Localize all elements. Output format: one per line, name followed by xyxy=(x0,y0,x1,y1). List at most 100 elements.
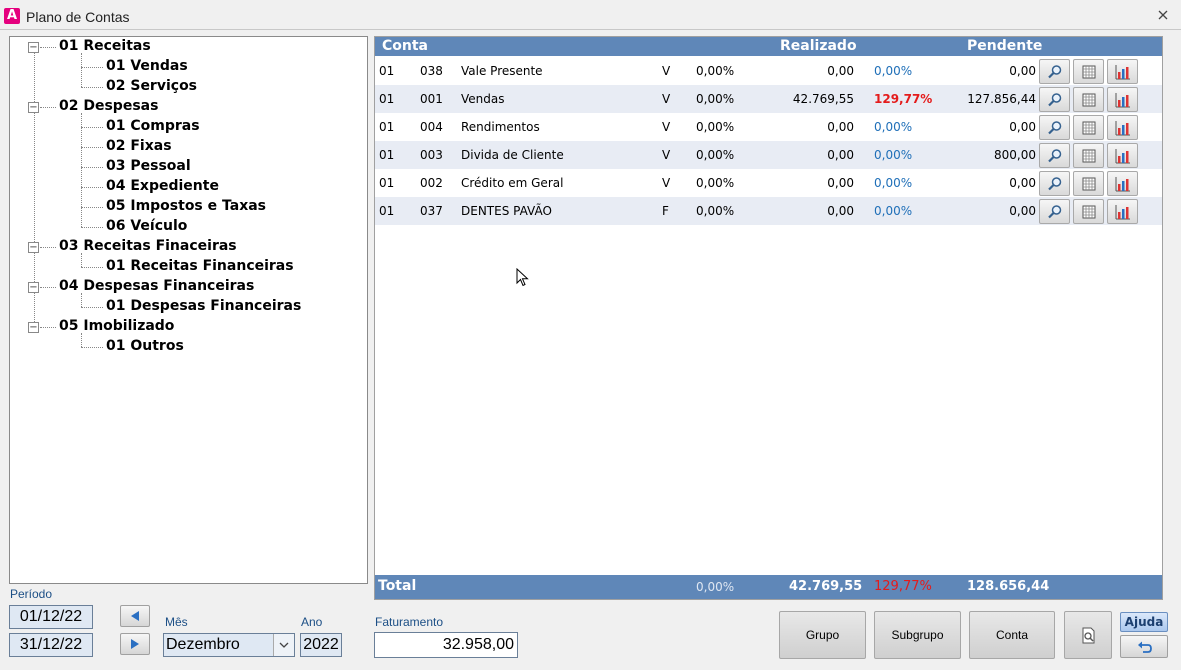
table-row[interactable]: 01 001 Vendas V 0,00% 42.769,55 129,77% 127.856… xyxy=(375,85,1162,113)
app-logo-icon: A xyxy=(4,8,20,24)
mouse-cursor-icon xyxy=(516,268,529,287)
tree-subgroup-node[interactable]: 01 Receitas Financeiras xyxy=(106,258,294,274)
tree-subgroup-node[interactable]: 01 Compras xyxy=(106,118,200,134)
tree-collapse-icon[interactable]: − xyxy=(28,42,39,53)
tree-collapse-icon[interactable]: − xyxy=(28,242,39,253)
calculator-button[interactable] xyxy=(1073,87,1104,112)
tree-subgroup-node[interactable]: 02 Fixas xyxy=(106,138,172,154)
cell-realizado: 0,00 xyxy=(827,120,854,134)
back-button[interactable] xyxy=(1120,635,1168,658)
faturamento-label: Faturamento xyxy=(375,615,444,629)
cell-pendente: 800,00 xyxy=(994,148,1036,162)
tree-group-node[interactable]: 03 Receitas Finaceiras xyxy=(59,238,237,254)
tree-collapse-icon[interactable]: − xyxy=(28,322,39,333)
next-month-button[interactable] xyxy=(120,633,150,655)
cell-realizado: 0,00 xyxy=(827,148,854,162)
search-button[interactable] xyxy=(1039,59,1070,84)
help-button[interactable]: Ajuda xyxy=(1120,612,1168,632)
cell-codigo: 001 xyxy=(420,92,443,106)
cell-grupo: 01 xyxy=(379,64,395,78)
cell-pct1: 0,00% xyxy=(696,120,735,134)
footer-pct2: 129,77% xyxy=(874,579,932,594)
search-button[interactable] xyxy=(1039,87,1070,112)
search-button[interactable] xyxy=(1039,199,1070,224)
print-preview-button[interactable] xyxy=(1064,611,1112,659)
chart-button[interactable] xyxy=(1107,171,1138,196)
month-select[interactable]: Dezembro xyxy=(163,633,295,657)
tree-subgroup-node[interactable]: 01 Despesas Financeiras xyxy=(106,298,301,314)
chart-button[interactable] xyxy=(1107,199,1138,224)
tree-collapse-icon[interactable]: − xyxy=(28,102,39,113)
header-pendente[interactable]: Pendente xyxy=(967,38,1042,54)
tree-subgroup-node[interactable]: 04 Expediente xyxy=(106,178,219,194)
print-preview-icon xyxy=(1082,627,1095,644)
conta-button[interactable]: Conta xyxy=(969,611,1055,659)
cell-pct1: 0,00% xyxy=(696,64,735,78)
header-conta[interactable]: Conta xyxy=(382,38,428,54)
cell-pct1: 0,00% xyxy=(696,92,735,106)
calculator-button[interactable] xyxy=(1073,143,1104,168)
tree-subgroup-node[interactable]: 01 Vendas xyxy=(106,58,188,74)
calculator-button[interactable] xyxy=(1073,199,1104,224)
tree-subgroup-node[interactable]: 02 Serviços xyxy=(106,78,197,94)
calculator-button[interactable] xyxy=(1073,171,1104,196)
year-field[interactable]: 2022 xyxy=(300,633,342,657)
table-row[interactable]: 01 038 Vale Presente V 0,00% 0,00 0,00% 0,00 xyxy=(375,57,1162,85)
cell-pct2: 129,77% xyxy=(874,92,933,106)
title-bar: A Plano de Contas xyxy=(0,0,1181,30)
header-realizado[interactable]: Realizado xyxy=(780,38,857,54)
tree-group-node[interactable]: 02 Despesas xyxy=(59,98,158,114)
chart-button[interactable] xyxy=(1107,87,1138,112)
tree-group-node[interactable]: 04 Despesas Financeiras xyxy=(59,278,254,294)
cell-pct1: 0,00% xyxy=(696,148,735,162)
chart-button[interactable] xyxy=(1107,59,1138,84)
cell-realizado: 0,00 xyxy=(827,204,854,218)
cell-pct2: 0,00% xyxy=(874,120,913,134)
cell-grupo: 01 xyxy=(379,148,395,162)
subgrupo-button[interactable]: Subgrupo xyxy=(874,611,961,659)
tree-subgroup-node[interactable]: 03 Pessoal xyxy=(106,158,191,174)
calculator-icon xyxy=(1082,121,1096,135)
faturamento-field[interactable]: 32.958,00 xyxy=(374,632,518,658)
close-icon[interactable] xyxy=(1157,9,1169,24)
chevron-down-icon[interactable] xyxy=(273,634,294,656)
cell-pct1: 0,00% xyxy=(696,176,735,190)
tree-subgroup-node[interactable]: 06 Veículo xyxy=(106,218,187,234)
cell-pendente: 0,00 xyxy=(1009,176,1036,190)
tree-collapse-icon[interactable]: − xyxy=(28,282,39,293)
table-row[interactable]: 01 037 DENTES PAVÃO F 0,00% 0,00 0,00% 0,00 xyxy=(375,197,1162,225)
cell-tipo: V xyxy=(662,120,671,134)
search-button[interactable] xyxy=(1039,115,1070,140)
bar-chart-icon xyxy=(1115,205,1130,220)
grid-header: Conta Realizado Pendente xyxy=(375,37,1162,56)
period-end-field[interactable]: 31/12/22 xyxy=(9,633,93,657)
cell-nome: Vale Presente xyxy=(461,64,543,78)
cell-codigo: 002 xyxy=(420,176,443,190)
search-button[interactable] xyxy=(1039,143,1070,168)
period-label: Período xyxy=(10,587,53,601)
chart-button[interactable] xyxy=(1107,143,1138,168)
cell-grupo: 01 xyxy=(379,204,395,218)
tree-subgroup-node[interactable]: 05 Impostos e Taxas xyxy=(106,198,266,214)
calculator-icon xyxy=(1082,93,1096,107)
previous-month-button[interactable] xyxy=(120,605,150,627)
bar-chart-icon xyxy=(1115,177,1130,192)
tree-group-node[interactable]: 01 Receitas xyxy=(59,38,151,54)
calculator-button[interactable] xyxy=(1073,59,1104,84)
account-tree[interactable]: − 01 Receitas 01 Vendas 02 Serviços − 02 Desp… xyxy=(9,36,368,584)
cell-pendente: 0,00 xyxy=(1009,64,1036,78)
chart-button[interactable] xyxy=(1107,115,1138,140)
calculator-button[interactable] xyxy=(1073,115,1104,140)
triangle-left-icon xyxy=(131,611,139,621)
tree-subgroup-node[interactable]: 01 Outros xyxy=(106,338,184,354)
table-row[interactable]: 01 002 Crédito em Geral V 0,00% 0,00 0,00% 0,00 xyxy=(375,169,1162,197)
bar-chart-icon xyxy=(1115,149,1130,164)
period-start-field[interactable]: 01/12/22 xyxy=(9,605,93,629)
grupo-button[interactable]: Grupo xyxy=(779,611,866,659)
grid-footer: Total 0,00% 42.769,55 129,77% 128.656,44 xyxy=(375,575,1162,599)
search-button[interactable] xyxy=(1039,171,1070,196)
table-row[interactable]: 01 004 Rendimentos V 0,00% 0,00 0,00% 0,00 xyxy=(375,113,1162,141)
tree-group-node[interactable]: 05 Imobilizado xyxy=(59,318,174,334)
table-row[interactable]: 01 003 Divida de Cliente V 0,00% 0,00 0,00% 800… xyxy=(375,141,1162,169)
cell-pendente: 0,00 xyxy=(1009,204,1036,218)
